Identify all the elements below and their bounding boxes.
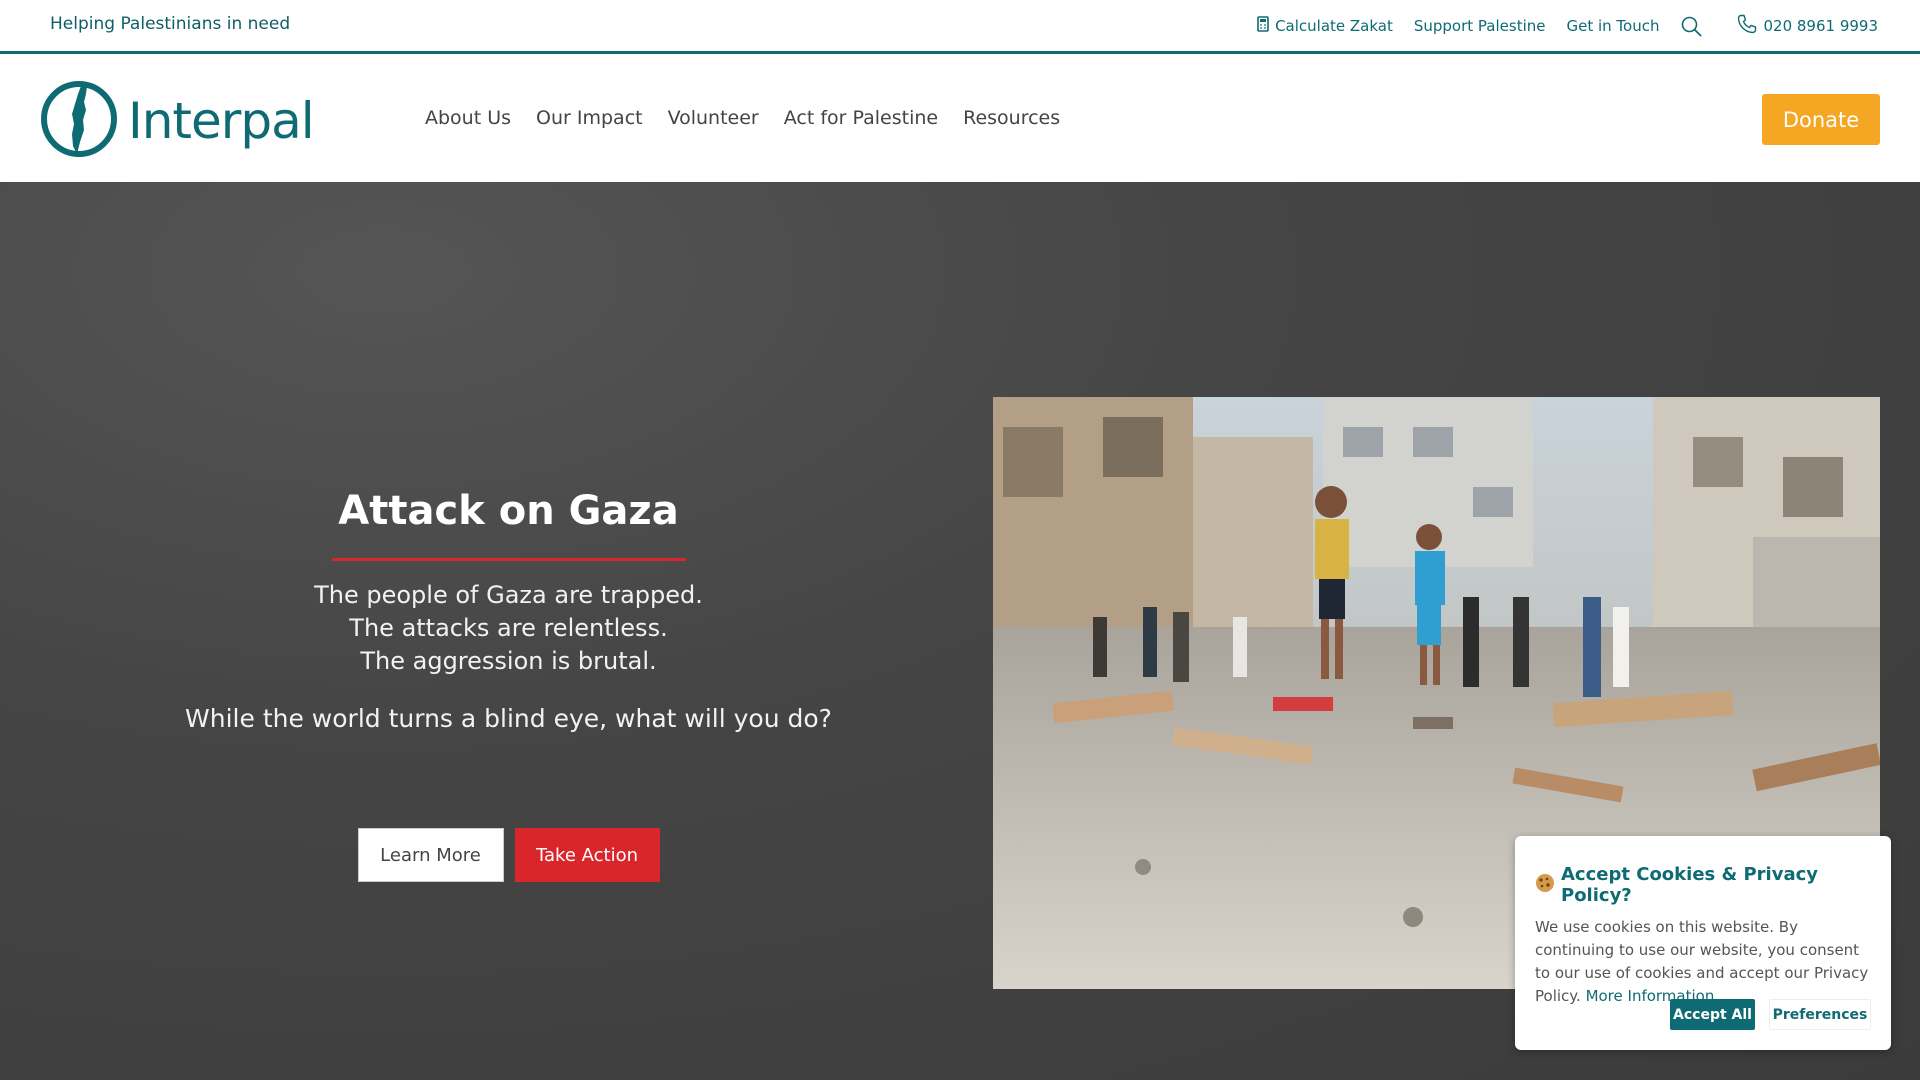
donate-button[interactable]: Donate bbox=[1762, 94, 1880, 145]
cookie-banner: Accept Cookies & Privacy Policy? We use … bbox=[1515, 836, 1891, 1050]
hero-question: While the world turns a blind eye, what … bbox=[185, 704, 832, 733]
nav-resources[interactable]: Resources bbox=[963, 107, 1060, 129]
nav-our-impact[interactable]: Our Impact bbox=[536, 107, 643, 129]
main-nav: About Us Our Impact Volunteer Act for Pa… bbox=[425, 107, 1085, 129]
support-palestine-link[interactable]: Support Palestine bbox=[1414, 17, 1546, 35]
hero-buttons: Learn More Take Action bbox=[170, 828, 847, 882]
nav-act-for-palestine[interactable]: Act for Palestine bbox=[784, 107, 938, 129]
main-header: Interpal About Us Our Impact Volunteer A… bbox=[0, 57, 1920, 182]
phone-link[interactable]: 020 8961 9993 bbox=[1737, 14, 1878, 38]
calculate-zakat-link[interactable]: Calculate Zakat bbox=[1257, 16, 1393, 36]
preferences-button[interactable]: Preferences bbox=[1769, 999, 1871, 1030]
hero-line: The aggression is brutal. bbox=[360, 647, 657, 675]
cookie-title-text: Accept Cookies & Privacy Policy? bbox=[1561, 864, 1818, 906]
cookie-title: Accept Cookies & Privacy Policy? bbox=[1535, 864, 1871, 906]
nav-volunteer[interactable]: Volunteer bbox=[668, 107, 759, 129]
phone-icon bbox=[1737, 14, 1763, 38]
cookie-buttons: Accept All Preferences bbox=[1670, 999, 1871, 1030]
take-action-button[interactable]: Take Action bbox=[514, 828, 660, 882]
accept-all-button[interactable]: Accept All bbox=[1670, 999, 1755, 1030]
hero-content: Attack on Gaza The people of Gaza are tr… bbox=[170, 482, 847, 882]
get-in-touch-link[interactable]: Get in Touch bbox=[1566, 17, 1659, 35]
hero-line: The attacks are relentless. bbox=[349, 614, 668, 642]
phone-number: 020 8961 9993 bbox=[1763, 17, 1878, 35]
logo[interactable]: Interpal bbox=[40, 80, 315, 162]
calculate-zakat-label: Calculate Zakat bbox=[1275, 17, 1393, 35]
hero-title: Attack on Gaza bbox=[338, 488, 679, 534]
search-icon[interactable] bbox=[1681, 16, 1708, 37]
learn-more-button[interactable]: Learn More bbox=[357, 828, 504, 882]
hero-line: The people of Gaza are trapped. bbox=[314, 581, 703, 609]
nav-about-us[interactable]: About Us bbox=[425, 107, 511, 129]
utility-links: Calculate Zakat Support Palestine Get in… bbox=[1236, 14, 1878, 38]
calculator-icon bbox=[1257, 16, 1275, 36]
cookie-text: We use cookies on this website. By conti… bbox=[1535, 916, 1871, 1008]
title-divider bbox=[331, 558, 686, 561]
logo-map-icon bbox=[40, 80, 120, 162]
logo-text: Interpal bbox=[128, 92, 315, 150]
tagline: Helping Palestinians in need bbox=[50, 14, 291, 34]
top-utility-bar: Helping Palestinians in need Calculate Z… bbox=[0, 0, 1920, 54]
cookie-icon bbox=[1535, 873, 1555, 898]
